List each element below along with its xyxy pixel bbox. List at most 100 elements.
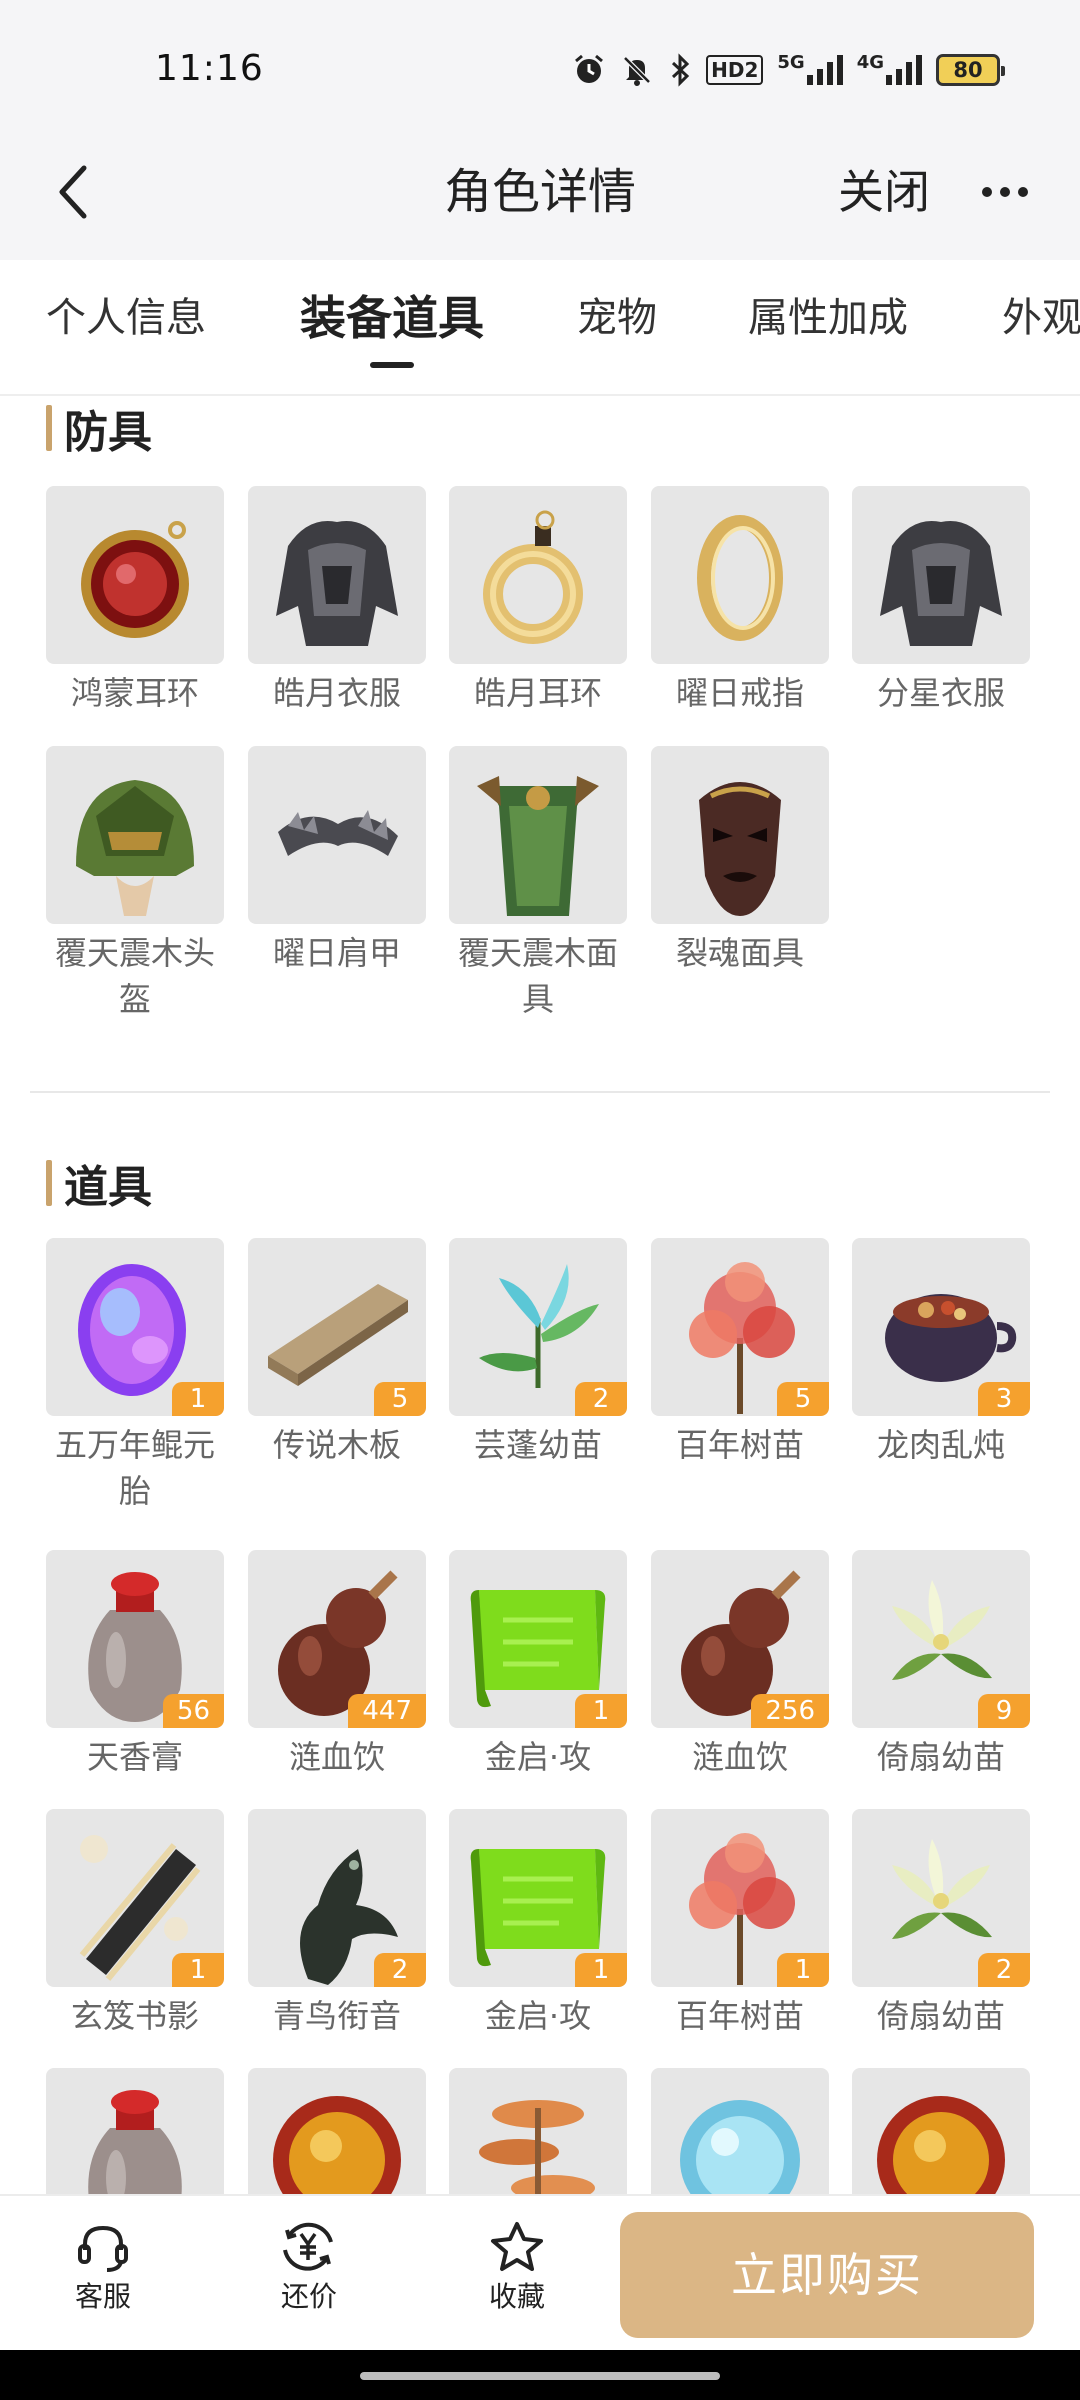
armor-item[interactable]: 皓月耳环 bbox=[449, 486, 627, 716]
item-thumbnail: 9 bbox=[852, 1550, 1030, 1728]
item-thumbnail: 56 bbox=[46, 1550, 224, 1728]
dark-armor-icon bbox=[276, 521, 398, 646]
armor-item[interactable]: 曜日戒指 bbox=[651, 486, 829, 716]
quantity-badge: 447 bbox=[348, 1694, 426, 1728]
customer-service-button[interactable]: 客服 bbox=[43, 2220, 163, 2316]
item-thumbnail: 1 bbox=[46, 1238, 224, 1416]
green-mask-armor-icon bbox=[477, 776, 599, 916]
item-name: 涟血饮 bbox=[288, 1738, 385, 1776]
props-item[interactable]: 1 百年树苗 bbox=[651, 1809, 829, 2039]
armor-item[interactable]: 曜日肩甲 bbox=[248, 746, 426, 976]
quantity-badge: 2 bbox=[374, 1953, 426, 1987]
shoulder-armor-icon bbox=[278, 810, 398, 856]
quantity-badge: 1 bbox=[575, 1694, 627, 1728]
item-thumbnail bbox=[248, 2068, 426, 2194]
item-name: 皓月耳环 bbox=[473, 674, 602, 712]
section-divider bbox=[30, 1091, 1050, 1093]
props-item[interactable] bbox=[852, 2068, 1030, 2194]
item-thumbnail: 2 bbox=[248, 1809, 426, 1987]
props-item[interactable]: 9 倚扇幼苗 bbox=[852, 1550, 1030, 1780]
signal-4g-icon: 4G bbox=[857, 52, 922, 88]
equipment-content[interactable]: 防具 鸿蒙耳环 皓月衣服 皓月耳环 曜日戒指 分星衣服 覆天震木头盔 曜日肩甲 覆天震木面具 裂… bbox=[0, 396, 1080, 2194]
props-item[interactable]: 3 龙肉乱炖 bbox=[852, 1238, 1030, 1468]
tab-personal-info[interactable]: 个人信息 bbox=[46, 290, 206, 346]
item-name: 裂魂面具 bbox=[675, 934, 804, 972]
props-item[interactable] bbox=[46, 2068, 224, 2194]
armor-item[interactable]: 裂魂面具 bbox=[651, 746, 829, 976]
item-thumbnail: 1 bbox=[651, 1809, 829, 1987]
item-thumbnail bbox=[852, 2068, 1030, 2194]
item-thumbnail: 1 bbox=[449, 1809, 627, 1987]
props-item[interactable] bbox=[449, 2068, 627, 2194]
quantity-badge: 1 bbox=[777, 1953, 829, 1987]
item-thumbnail: 2 bbox=[449, 1238, 627, 1416]
props-item[interactable]: 5 百年树苗 bbox=[651, 1238, 829, 1468]
tab-pets[interactable]: 宠物 bbox=[577, 290, 657, 346]
item-thumbnail bbox=[449, 746, 627, 924]
item-name: 百年树苗 bbox=[675, 1997, 804, 2035]
props-item[interactable]: 56 天香膏 bbox=[46, 1550, 224, 1780]
props-item[interactable]: 1 金启·攻 bbox=[449, 1550, 627, 1780]
nav-bar: 角色详情 关闭 bbox=[0, 130, 1080, 260]
active-tab-indicator bbox=[370, 362, 414, 368]
props-item[interactable]: 1 金启·攻 bbox=[449, 1809, 627, 2039]
armor-item[interactable]: 鸿蒙耳环 bbox=[46, 486, 224, 716]
item-name: 玄笈书影 bbox=[70, 1997, 199, 2035]
props-item[interactable]: 2 倚扇幼苗 bbox=[852, 1809, 1030, 2039]
star-icon bbox=[491, 2222, 543, 2271]
item-name: 覆天震木面具 bbox=[457, 934, 618, 1018]
quantity-badge: 5 bbox=[374, 1382, 426, 1416]
bargain-yen-icon bbox=[283, 2222, 333, 2271]
gold-ring-earring-icon bbox=[483, 510, 583, 644]
props-item[interactable]: 2 青鸟衔音 bbox=[248, 1809, 426, 2039]
tab-appearance[interactable]: 外观 bbox=[1002, 290, 1080, 346]
item-name: 五万年鲲元胎 bbox=[54, 1426, 215, 1510]
status-time: 11:16 bbox=[155, 48, 264, 89]
item-name: 百年树苗 bbox=[675, 1426, 804, 1464]
props-title: 道具 bbox=[64, 1162, 152, 1213]
item-name: 曜日戒指 bbox=[675, 674, 804, 712]
item-name: 天香膏 bbox=[86, 1738, 183, 1776]
item-thumbnail: 5 bbox=[248, 1238, 426, 1416]
home-indicator[interactable] bbox=[360, 2372, 720, 2380]
props-item[interactable]: 1 五万年鲲元胎 bbox=[46, 1238, 224, 1514]
item-name: 鸿蒙耳环 bbox=[70, 674, 199, 712]
props-item[interactable]: 5 传说木板 bbox=[248, 1238, 426, 1468]
signal-5g-icon: 5G bbox=[777, 52, 843, 88]
props-item[interactable]: 256 涟血饮 bbox=[651, 1550, 829, 1780]
quantity-badge: 2 bbox=[978, 1953, 1030, 1987]
service-label: 客服 bbox=[74, 2280, 131, 2313]
quantity-badge: 2 bbox=[575, 1382, 627, 1416]
armor-item[interactable]: 分星衣服 bbox=[852, 486, 1030, 716]
props-item[interactable] bbox=[248, 2068, 426, 2194]
buy-now-button[interactable]: 立即购买 bbox=[620, 2212, 1034, 2338]
close-button[interactable]: 关闭 bbox=[838, 152, 930, 232]
demon-mask-icon bbox=[699, 782, 781, 916]
item-thumbnail bbox=[449, 486, 627, 664]
item-name: 金启·攻 bbox=[484, 1738, 592, 1776]
tab-attributes[interactable]: 属性加成 bbox=[748, 290, 908, 346]
armor-item[interactable]: 覆天震木头盔 bbox=[46, 746, 224, 1022]
gesture-area bbox=[0, 2350, 1080, 2400]
props-item[interactable]: 447 涟血饮 bbox=[248, 1550, 426, 1780]
net1-label: 5G bbox=[777, 52, 805, 73]
item-name: 涟血饮 bbox=[691, 1738, 788, 1776]
item-name: 曜日肩甲 bbox=[272, 934, 401, 972]
more-button[interactable] bbox=[975, 152, 1035, 232]
bargain-button[interactable]: 还价 bbox=[249, 2220, 369, 2316]
props-item[interactable]: 1 玄笈书影 bbox=[46, 1809, 224, 2039]
item-thumbnail bbox=[651, 746, 829, 924]
item-name: 金启·攻 bbox=[484, 1997, 592, 2035]
props-item[interactable] bbox=[651, 2068, 829, 2194]
tab-equipment[interactable]: 装备道具 bbox=[300, 290, 484, 346]
item-thumbnail: 447 bbox=[248, 1550, 426, 1728]
item-name: 覆天震木头盔 bbox=[54, 934, 215, 1018]
ice-orb-icon bbox=[680, 2100, 800, 2194]
quantity-badge: 56 bbox=[162, 1694, 224, 1728]
item-thumbnail bbox=[651, 2068, 829, 2194]
props-item[interactable]: 2 芸蓬幼苗 bbox=[449, 1238, 627, 1468]
favorite-button[interactable]: 收藏 bbox=[457, 2220, 577, 2316]
red-earring-icon bbox=[81, 521, 189, 638]
armor-item[interactable]: 皓月衣服 bbox=[248, 486, 426, 716]
armor-item[interactable]: 覆天震木面具 bbox=[449, 746, 627, 1022]
